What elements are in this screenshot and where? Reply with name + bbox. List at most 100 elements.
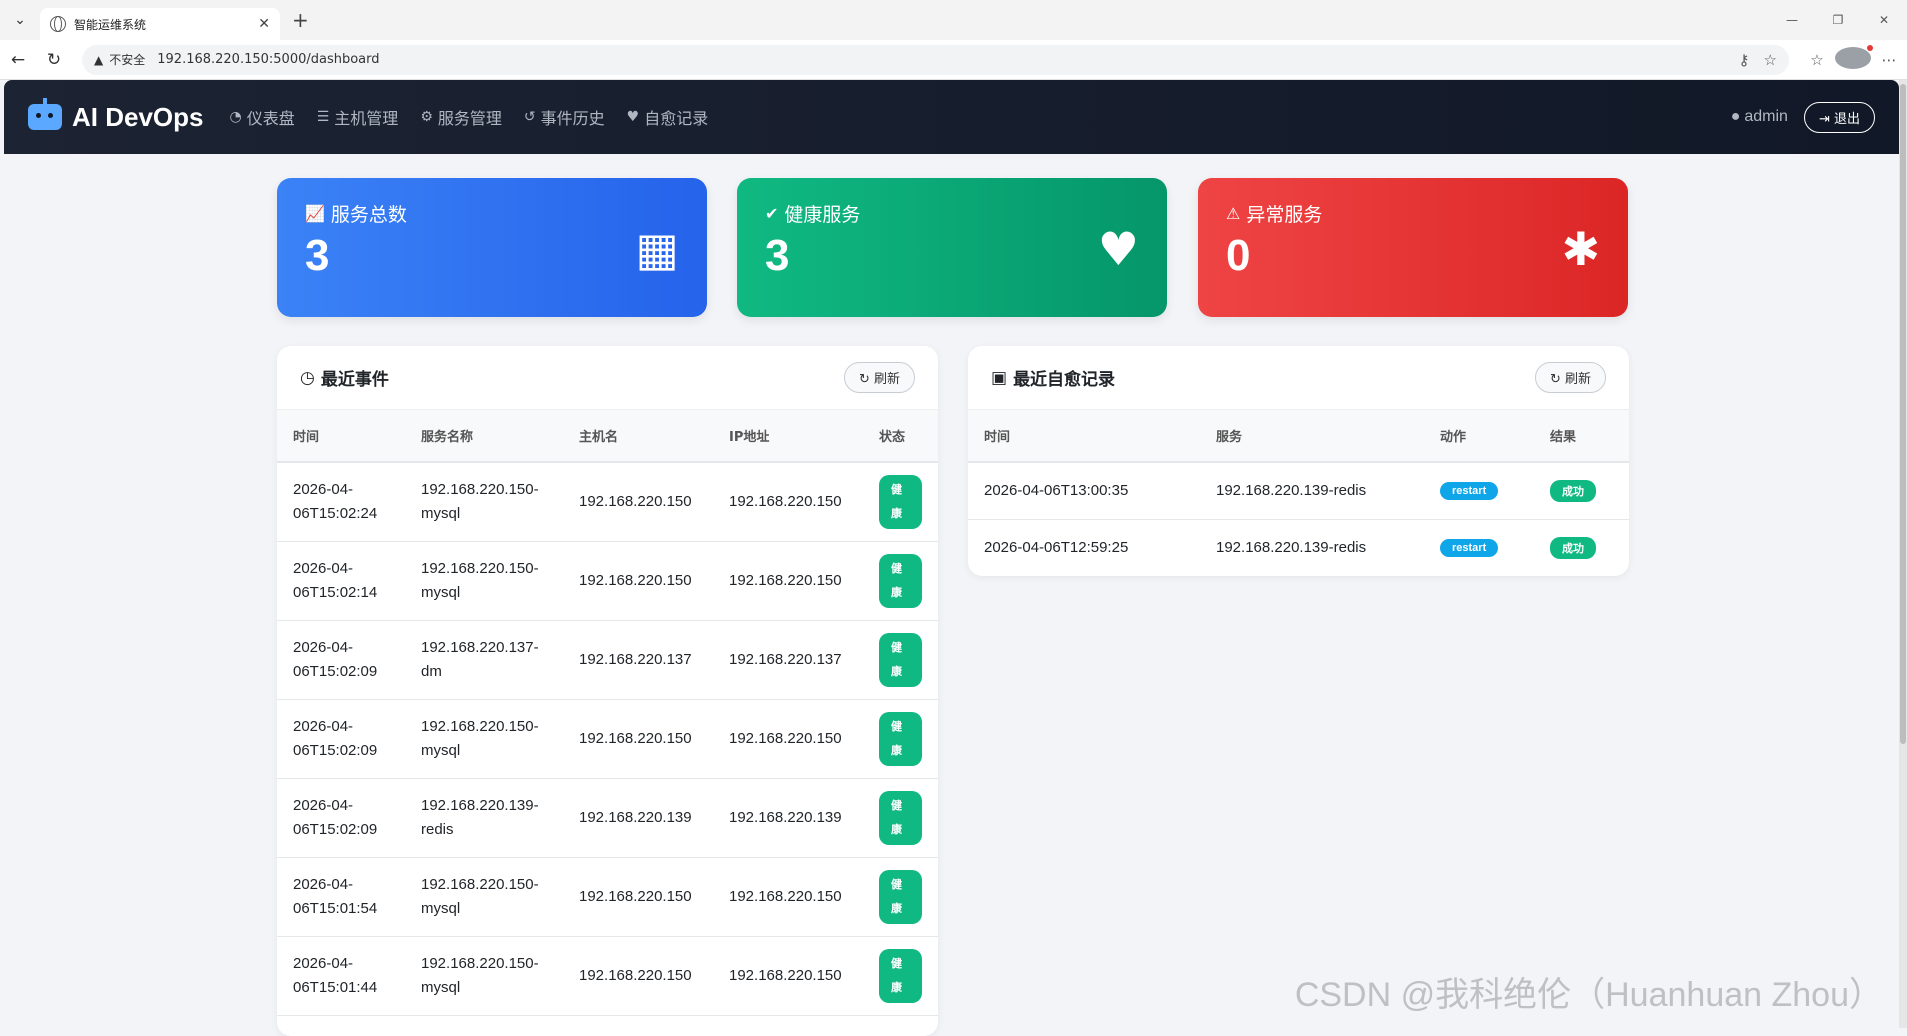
heartbeat-icon: ♥ bbox=[627, 109, 640, 125]
app-navbar: AI DevOps ◔仪表盘 ☰主机管理 ⚙服务管理 ↺ 事件历史 ♥自愈记录 ●… bbox=[4, 80, 1899, 154]
logout-label: 退出 bbox=[1834, 112, 1860, 127]
window-controls: — ❐ ✕ bbox=[1769, 0, 1907, 40]
col-header[interactable]: 动作 bbox=[1424, 410, 1534, 462]
event-ip: 192.168.220.150 bbox=[713, 462, 863, 541]
brand[interactable]: AI DevOps bbox=[28, 102, 204, 133]
stat-card-total: 📈服务总数 3 ▦ bbox=[277, 178, 707, 317]
event-host: 192.168.220.150 bbox=[563, 699, 713, 778]
star-icon[interactable]: ☆ bbox=[1764, 51, 1777, 69]
refresh-icon: ↻ bbox=[1550, 372, 1565, 387]
col-header[interactable]: 时间 bbox=[277, 410, 405, 462]
event-time: 2026-04-06T15:01:54 bbox=[277, 857, 405, 936]
robot-icon bbox=[28, 104, 62, 130]
table-row: 2026-04-06T15:02:09192.168.220.150-mysql… bbox=[277, 699, 938, 778]
event-service: 192.168.220.137-dm bbox=[405, 620, 563, 699]
nav-item-label: 仪表盘 bbox=[247, 105, 295, 129]
logout-button[interactable]: ⇥ 退出 bbox=[1804, 102, 1875, 133]
col-header[interactable]: 状态 bbox=[863, 410, 938, 462]
nav-item-label: 自愈记录 bbox=[644, 105, 708, 129]
security-label: 不安全 bbox=[109, 51, 145, 68]
stat-card-abnormal: ⚠异常服务 0 ✱ bbox=[1198, 178, 1628, 317]
new-tab-icon[interactable]: + bbox=[292, 8, 309, 32]
event-ip: 192.168.220.150 bbox=[713, 541, 863, 620]
nav-item-label: 主机管理 bbox=[334, 105, 398, 129]
back-icon[interactable]: ← bbox=[0, 50, 36, 70]
nav-item-label: 事件历史 bbox=[541, 105, 605, 129]
col-header[interactable]: 服务 bbox=[1200, 410, 1424, 462]
nav-item-services[interactable]: ⚙服务管理 bbox=[420, 105, 502, 129]
stat-value: 3 bbox=[305, 231, 679, 281]
table-row: 2026-04-06T15:01:44192.168.220.150-mysql… bbox=[277, 936, 938, 1015]
col-header[interactable]: 时间 bbox=[968, 410, 1200, 462]
table-row: 2026-04-06T15:02:14192.168.220.150-mysql… bbox=[277, 541, 938, 620]
panel-title: 最近自愈记录 bbox=[1013, 365, 1115, 390]
col-header[interactable]: 服务名称 bbox=[405, 410, 563, 462]
event-host: 192.168.220.139 bbox=[563, 778, 713, 857]
status-badge: 健康 bbox=[879, 712, 922, 766]
heal-time: 2026-04-06T13:00:35 bbox=[968, 462, 1200, 519]
scrollbar-thumb[interactable] bbox=[1900, 84, 1906, 744]
heal-time: 2026-04-06T12:59:25 bbox=[968, 519, 1200, 576]
status-badge: 健康 bbox=[879, 475, 922, 529]
nav-item-heal[interactable]: ♥自愈记录 bbox=[627, 105, 709, 129]
event-service: 192.168.220.150-mysql bbox=[405, 936, 563, 1015]
refresh-heal-button[interactable]: ↻ 刷新 bbox=[1535, 362, 1606, 393]
nav-item-dashboard[interactable]: ◔仪表盘 bbox=[230, 105, 295, 129]
table-row: 2026-04-06T13:00:35192.168.220.139-redis… bbox=[968, 462, 1629, 519]
stat-label: 健康服务 bbox=[784, 200, 860, 227]
refresh-label: 刷新 bbox=[874, 372, 900, 387]
refresh-events-button[interactable]: ↻ 刷新 bbox=[844, 362, 915, 393]
tab-close-icon[interactable]: ✕ bbox=[258, 16, 270, 32]
heartbeat-icon: ♥ bbox=[1098, 222, 1139, 276]
clock-icon: ◷ bbox=[300, 368, 315, 388]
col-header[interactable]: 结果 bbox=[1534, 410, 1629, 462]
tab-list-chevron-icon[interactable]: ⌄ bbox=[0, 0, 40, 40]
key-icon[interactable]: ⚷ bbox=[1739, 51, 1750, 69]
event-host: 192.168.220.150 bbox=[563, 857, 713, 936]
user-menu[interactable]: ●admin bbox=[1731, 108, 1788, 126]
event-service: 192.168.220.150-mysql bbox=[405, 541, 563, 620]
browser-tools: ☆ ⋯ bbox=[1799, 47, 1907, 73]
address-bar-row: ← ↻ ▲ 不安全 192.168.220.150:5000/dashboard… bbox=[0, 40, 1907, 80]
table-row: 2026-04-06T15:02:09192.168.220.139-redis… bbox=[277, 778, 938, 857]
more-icon[interactable]: ⋯ bbox=[1871, 51, 1907, 69]
event-time: 2026-04-06T15:01:44 bbox=[277, 936, 405, 1015]
url-field[interactable]: ▲ 不安全 192.168.220.150:5000/dashboard ⚷ ☆ bbox=[82, 45, 1789, 75]
history-icon: ↺ bbox=[524, 109, 536, 125]
event-host: 192.168.220.150 bbox=[563, 936, 713, 1015]
restore-icon[interactable]: ❐ bbox=[1815, 0, 1861, 40]
medkit-icon: ▣ bbox=[991, 368, 1007, 388]
warning-icon: ⚠ bbox=[1226, 204, 1240, 223]
event-service: 192.168.220.139-redis bbox=[405, 778, 563, 857]
avatar bbox=[1835, 47, 1871, 69]
events-table: 时间 服务名称 主机名 IP地址 状态 2026-04-06T15:02:241… bbox=[277, 410, 938, 1016]
status-badge: 健康 bbox=[879, 791, 922, 845]
status-badge: 健康 bbox=[879, 633, 922, 687]
url-text: 192.168.220.150:5000/dashboard bbox=[157, 52, 1724, 67]
scrollbar[interactable] bbox=[1899, 80, 1907, 1028]
stat-value: 3 bbox=[765, 231, 1139, 281]
profile-icon[interactable] bbox=[1835, 47, 1871, 73]
browser-tab[interactable]: 智能运维系统 ✕ bbox=[40, 8, 280, 40]
username: admin bbox=[1744, 108, 1788, 125]
stat-label: 异常服务 bbox=[1246, 200, 1322, 227]
nav-right: ●admin ⇥ 退出 bbox=[1731, 102, 1875, 133]
refresh-icon: ↻ bbox=[859, 372, 874, 387]
nav-item-hosts[interactable]: ☰主机管理 bbox=[317, 105, 399, 129]
minimize-icon[interactable]: — bbox=[1769, 0, 1815, 40]
event-host: 192.168.220.150 bbox=[563, 541, 713, 620]
event-ip: 192.168.220.137 bbox=[713, 620, 863, 699]
event-time: 2026-04-06T15:02:09 bbox=[277, 620, 405, 699]
col-header[interactable]: IP地址 bbox=[713, 410, 863, 462]
nav-item-events[interactable]: ↺ 事件历史 bbox=[524, 105, 605, 129]
close-window-icon[interactable]: ✕ bbox=[1861, 0, 1907, 40]
event-host: 192.168.220.137 bbox=[563, 620, 713, 699]
recent-events-panel: ◷最近事件 ↻ 刷新 时间 服务名称 主机名 IP地址 状态 2026-04-0… bbox=[277, 346, 938, 1036]
event-service: 192.168.220.150-mysql bbox=[405, 699, 563, 778]
nav-menu: ◔仪表盘 ☰主机管理 ⚙服务管理 ↺ 事件历史 ♥自愈记录 bbox=[230, 105, 731, 129]
nav-item-label: 服务管理 bbox=[438, 105, 502, 129]
col-header[interactable]: 主机名 bbox=[563, 410, 713, 462]
table-row: 2026-04-06T12:59:25192.168.220.139-redis… bbox=[968, 519, 1629, 576]
favorites-icon[interactable]: ☆ bbox=[1799, 51, 1835, 69]
reload-icon[interactable]: ↻ bbox=[36, 50, 72, 70]
